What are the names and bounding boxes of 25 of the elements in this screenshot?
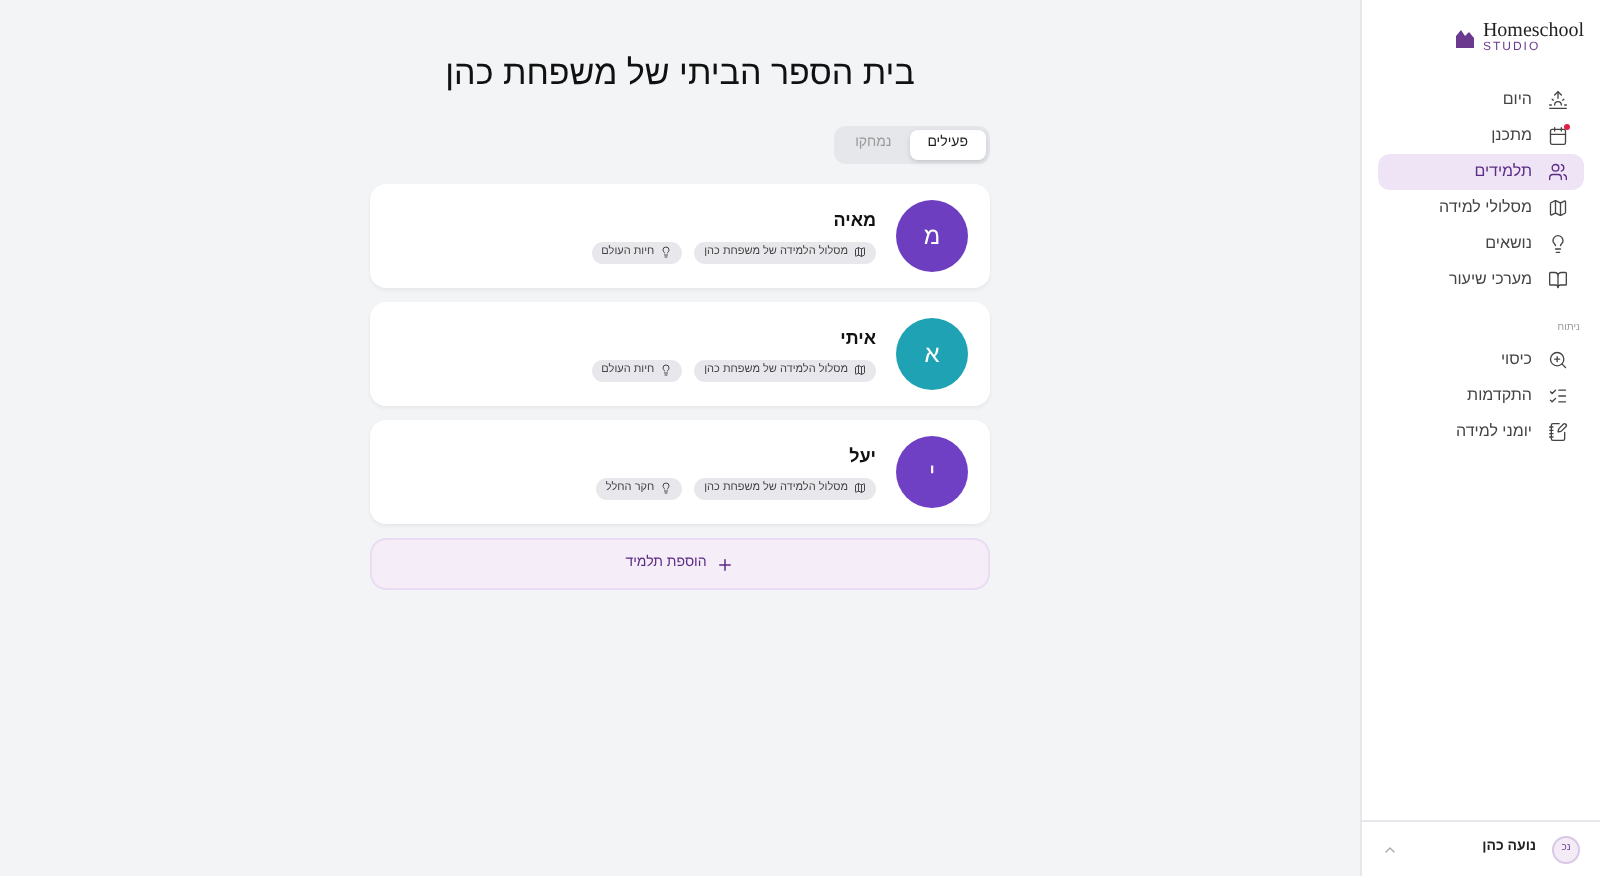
- sidebar-item[interactable]: מערכי שיעור: [1378, 262, 1584, 298]
- page-title: בית הספר הביתי של משפחת כהן: [445, 52, 915, 96]
- sidebar-item[interactable]: מתכנן: [1378, 118, 1584, 154]
- lightbulb-icon: [660, 482, 673, 495]
- sidebar-item[interactable]: תלמידים: [1378, 154, 1584, 190]
- map-icon: [854, 482, 866, 495]
- sidebar-item[interactable]: יומני למידה: [1378, 413, 1584, 449]
- student-name: יעל: [847, 444, 876, 471]
- logo-text: Homeschool: [1482, 22, 1584, 42]
- sidebar-item[interactable]: כיסוי: [1378, 341, 1584, 377]
- sidebar-item[interactable]: היום: [1378, 82, 1584, 118]
- sidebar-item[interactable]: נושאים: [1378, 226, 1584, 262]
- student-avatar: א: [896, 318, 968, 390]
- logo-icon: [1456, 28, 1475, 48]
- lightbulb-icon: [660, 246, 673, 259]
- map-icon: [854, 246, 866, 259]
- plus-icon: [716, 555, 735, 573]
- student-name: איתי: [838, 326, 876, 353]
- sidebar-item[interactable]: התקדמות: [1378, 377, 1584, 413]
- student-avatar: י: [896, 436, 968, 508]
- map-icon: [854, 364, 866, 377]
- lightbulb-icon: [660, 364, 673, 377]
- sidebar-item[interactable]: מסלולי למידה: [1378, 190, 1584, 226]
- student-name: מאיה: [831, 208, 876, 235]
- student-avatar: מ: [896, 200, 968, 272]
